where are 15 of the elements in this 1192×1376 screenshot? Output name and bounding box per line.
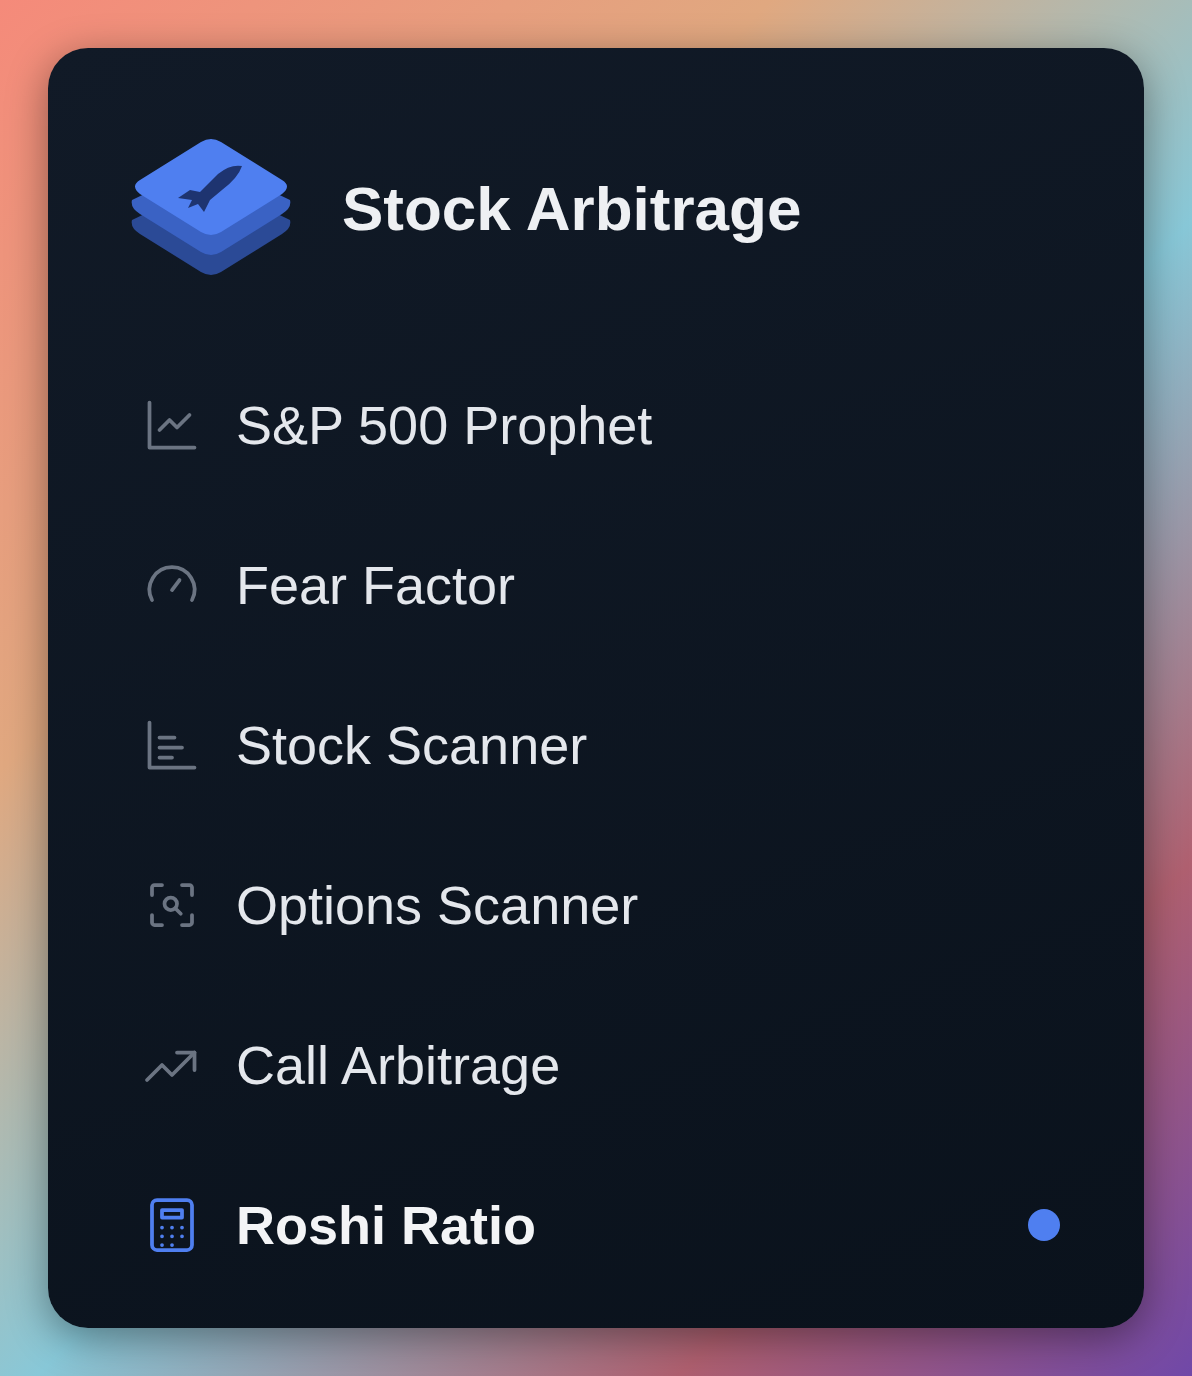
nav-item[interactable]: Fear Factor [142,505,1060,665]
nav-label: Stock Scanner [236,714,588,776]
app-title: Stock Arbitrage [342,172,802,244]
nav-item[interactable]: S&P 500 Prophet [142,345,1060,505]
nav-label: Call Arbitrage [236,1034,561,1096]
nav-item[interactable]: Options Scanner [142,825,1060,985]
nav-label: Fear Factor [236,554,516,616]
nav-item[interactable]: Roshi Ratio [142,1145,1060,1305]
rocket-logo-icon [130,138,292,278]
nav-label: Roshi Ratio [236,1194,536,1256]
active-dot [1028,1209,1060,1241]
nav-label: Options Scanner [236,874,639,936]
nav-label: S&P 500 Prophet [236,394,653,456]
nav-item[interactable]: Stock Scanner [142,665,1060,825]
nav-item[interactable]: Call Arbitrage [142,985,1060,1145]
